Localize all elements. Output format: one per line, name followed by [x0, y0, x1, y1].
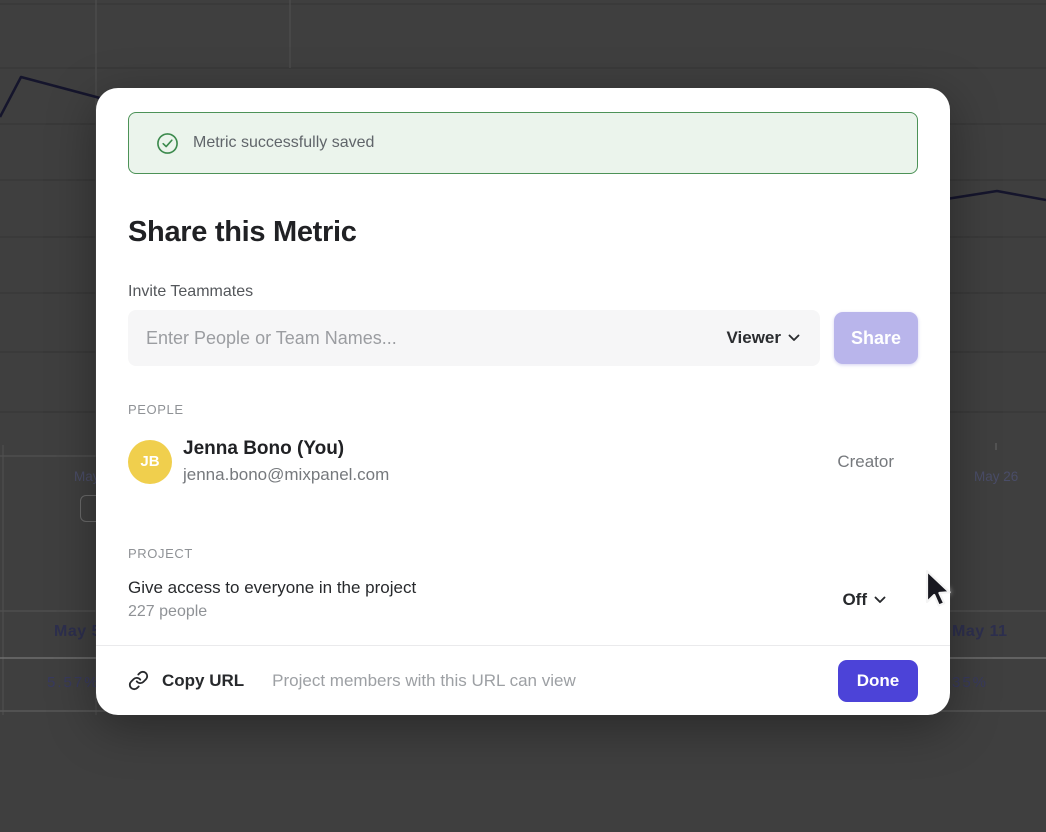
chart-line-right-segment — [940, 191, 1046, 200]
table-value-right: 35% — [952, 674, 988, 691]
role-dropdown-value: Viewer — [726, 328, 781, 348]
invite-row: Viewer Share — [128, 310, 918, 366]
project-access-label: Give access to everyone in the project — [128, 578, 842, 598]
modal-footer: Copy URL Project members with this URL c… — [96, 645, 950, 715]
invite-teammates-label: Invite Teammates — [128, 283, 918, 301]
chart-line-left-segment — [0, 77, 100, 117]
x-axis-label-may26: May 26 — [974, 469, 1018, 484]
success-check-icon — [156, 132, 179, 155]
project-access-row: Give access to everyone in the project 2… — [128, 578, 918, 621]
person-name: Jenna Bono (You) — [183, 438, 837, 460]
chevron-down-icon — [788, 334, 800, 342]
project-access-meta: Give access to everyone in the project 2… — [128, 578, 842, 621]
person-row: JB Jenna Bono (You) jenna.bono@mixpanel.… — [128, 438, 918, 485]
copy-url-label: Copy URL — [162, 671, 244, 691]
avatar: JB — [128, 440, 172, 484]
invite-input-container: Viewer — [128, 310, 820, 366]
project-access-dropdown-value: Off — [842, 590, 867, 610]
share-button[interactable]: Share — [834, 312, 918, 364]
people-section-label: PEOPLE — [128, 402, 918, 417]
table-date-may11: May 11 — [952, 623, 1007, 641]
table-value-left: 5.57% — [47, 674, 100, 691]
copy-url-button[interactable]: Copy URL — [128, 670, 244, 691]
screen: May May 26 May 5 May 11 5.57% 35% Metric… — [0, 0, 1046, 832]
share-metric-modal: Metric successfully saved Share this Met… — [96, 88, 950, 715]
modal-title: Share this Metric — [128, 214, 918, 250]
success-banner-message: Metric successfully saved — [193, 134, 374, 152]
person-email: jenna.bono@mixpanel.com — [183, 465, 837, 485]
x-axis-label-left: May — [74, 469, 96, 484]
footer-hint-text: Project members with this URL can view — [272, 671, 838, 691]
link-icon — [128, 670, 149, 691]
project-section-label: PROJECT — [128, 546, 918, 561]
project-access-dropdown[interactable]: Off — [842, 590, 886, 610]
role-dropdown[interactable]: Viewer — [726, 328, 802, 348]
invite-people-input[interactable] — [146, 328, 726, 349]
person-role-badge: Creator — [837, 452, 894, 472]
success-banner: Metric successfully saved — [128, 112, 918, 174]
project-member-count: 227 people — [128, 603, 842, 621]
done-button[interactable]: Done — [838, 660, 918, 702]
person-meta: Jenna Bono (You) jenna.bono@mixpanel.com — [183, 438, 837, 485]
chevron-down-icon — [874, 596, 886, 604]
table-date-may5: May 5 — [54, 623, 96, 641]
